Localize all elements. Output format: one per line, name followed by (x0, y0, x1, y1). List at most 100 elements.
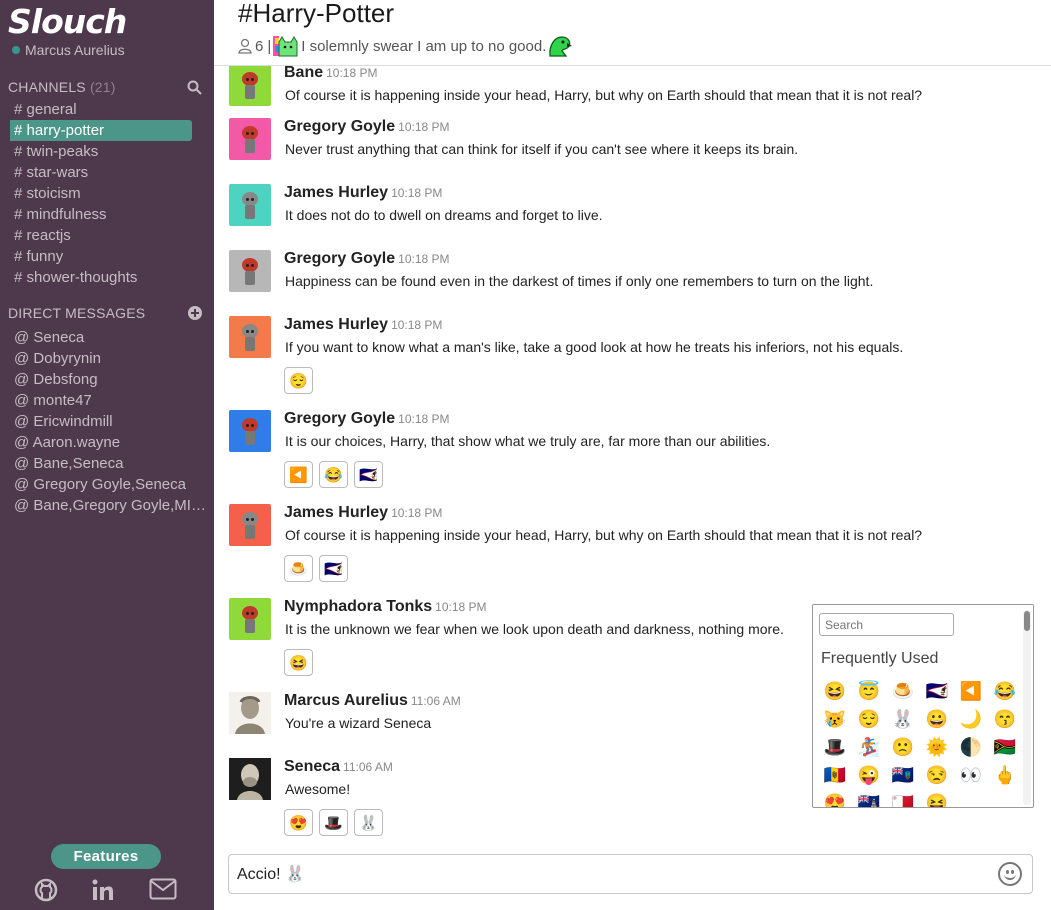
message-input[interactable] (237, 865, 937, 883)
sidebar-channel-item[interactable]: # general (0, 99, 214, 120)
sidebar-dm-item[interactable]: @ Gregory Goyle,Seneca (0, 474, 214, 495)
emoji-option[interactable]: 🙁 (886, 733, 920, 761)
emoji-option[interactable]: 🇲🇸 (886, 761, 920, 789)
emoji-option[interactable]: 🇻🇺 (988, 733, 1022, 761)
features-button[interactable]: Features (51, 844, 161, 869)
emoji-option[interactable]: 🐰 (886, 705, 920, 733)
sidebar-channel-item[interactable]: # star-wars (0, 162, 214, 183)
sidebar-dm-item[interactable]: @ Bane,Seneca (0, 453, 214, 474)
emoji-option[interactable]: 😂 (988, 677, 1022, 705)
reaction-button[interactable]: 😌 (284, 367, 313, 394)
emoji-option[interactable]: 🌙 (954, 705, 988, 733)
github-icon[interactable] (34, 878, 58, 902)
sidebar-channel-item[interactable]: # funny (0, 246, 214, 267)
message-author[interactable]: James Hurley (284, 184, 388, 201)
avatar[interactable] (229, 758, 271, 800)
emoji-option[interactable]: 🇦🇸 (920, 677, 954, 705)
picker-scrollbar-thumb[interactable] (1024, 611, 1030, 631)
reaction-button[interactable]: 🇦🇸 (354, 461, 383, 488)
emoji-option[interactable] (988, 789, 1022, 807)
emoji-option[interactable]: 🌓 (954, 733, 988, 761)
sidebar-dm-item[interactable]: @ Bane,Gregory Goyle,MIK... (0, 495, 214, 516)
message-header: Gregory Goyle 10:18 PM (284, 410, 450, 428)
emoji-option[interactable]: 🇲🇩 (818, 761, 852, 789)
message-text: You're a wizard Seneca (285, 715, 432, 731)
sidebar-channel-item[interactable]: # reactjs (0, 225, 214, 246)
emoji-option[interactable]: 👀 (954, 761, 988, 789)
emoji-option[interactable]: 🇲🇹 (886, 789, 920, 808)
emoji-option[interactable]: 😌 (852, 705, 886, 733)
emoji-option[interactable]: 😆 (818, 677, 852, 705)
search-icon[interactable] (187, 80, 202, 95)
reaction-button[interactable]: 🍮 (284, 555, 313, 582)
members-icon[interactable] (238, 38, 252, 54)
avatar[interactable] (229, 692, 271, 734)
reaction-button[interactable]: 😆 (284, 649, 313, 676)
reaction-button[interactable]: 😍 (284, 809, 313, 836)
channels-heading[interactable]: CHANNELS (21) (8, 79, 116, 95)
avatar[interactable] (229, 184, 271, 226)
message-author[interactable]: Gregory Goyle (284, 250, 395, 267)
avatar[interactable] (229, 250, 271, 292)
emoji-option[interactable]: 🇰🇾 (852, 789, 886, 808)
emoji-search-input[interactable] (819, 613, 954, 636)
message-author[interactable]: Marcus Aurelius (284, 692, 408, 709)
mail-icon[interactable] (149, 878, 177, 900)
sidebar-dm-item[interactable]: @ monte47 (0, 390, 214, 411)
avatar[interactable] (229, 316, 271, 358)
emoji-option[interactable]: 😿 (818, 705, 852, 733)
picker-scrollbar-track[interactable] (1023, 610, 1031, 805)
emoji-option[interactable]: 🎩 (818, 733, 852, 761)
message-author[interactable]: James Hurley (284, 504, 388, 521)
channels-label: CHANNELS (8, 79, 86, 95)
avatar[interactable] (229, 66, 271, 106)
sidebar-channel-item[interactable]: # shower-thoughts (0, 267, 214, 288)
current-user[interactable]: Marcus Aurelius (12, 42, 125, 58)
avatar[interactable] (229, 118, 271, 160)
reaction-button[interactable]: 🎩 (319, 809, 348, 836)
emoji-option[interactable]: 😀 (920, 705, 954, 733)
avatar[interactable] (229, 598, 271, 640)
sidebar-dm-item[interactable]: @ Aaron.wayne (0, 432, 214, 453)
emoji-option[interactable]: 😙 (988, 705, 1022, 733)
emoji-option[interactable]: 🍮 (886, 677, 920, 705)
sidebar-dm-item[interactable]: @ Dobyrynin (0, 348, 214, 369)
sidebar-dm-item[interactable]: @ Debsfong (0, 369, 214, 390)
message-author[interactable]: James Hurley (284, 316, 388, 333)
sidebar-channel-item[interactable]: # harry-potter (10, 120, 192, 141)
reaction-button[interactable]: 🐰 (354, 809, 383, 836)
dm-heading[interactable]: DIRECT MESSAGES (8, 305, 145, 321)
message-author[interactable]: Nymphadora Tonks (284, 598, 432, 615)
add-icon[interactable] (188, 306, 202, 320)
reaction-button[interactable]: ◀️ (284, 461, 313, 488)
emoji-option[interactable]: 🏂 (852, 733, 886, 761)
avatar[interactable] (229, 410, 271, 452)
emoji-option[interactable]: 😒 (920, 761, 954, 789)
emoji-picker-toggle-icon[interactable] (998, 862, 1022, 886)
sidebar-channel-item[interactable]: # twin-peaks (0, 141, 214, 162)
reaction-button[interactable]: 🇦🇸 (319, 555, 348, 582)
sidebar-channel-item[interactable]: # stoicism (0, 183, 214, 204)
message-author[interactable]: Gregory Goyle (284, 118, 395, 135)
emoji-option[interactable] (954, 789, 988, 807)
emoji-option[interactable]: 😜 (852, 761, 886, 789)
emoji-option[interactable]: ◀️ (954, 677, 988, 705)
member-count[interactable]: 6 (255, 38, 263, 55)
message-timestamp: 10:18 PM (398, 120, 450, 134)
message-author[interactable]: Bane (284, 66, 323, 81)
emoji-option[interactable]: 🖕 (988, 761, 1022, 789)
reaction-button[interactable]: 😂 (319, 461, 348, 488)
emoji-option[interactable]: 😍 (818, 789, 852, 808)
avatar[interactable] (229, 504, 271, 546)
dm-label: DIRECT MESSAGES (8, 305, 146, 321)
linkedin-icon[interactable] (91, 878, 115, 902)
sidebar-dm-item[interactable]: @ Seneca (0, 327, 214, 348)
message-author[interactable]: Seneca (284, 758, 340, 775)
message-text: Of course it is happening inside your he… (285, 527, 923, 543)
message-author[interactable]: Gregory Goyle (284, 410, 395, 427)
emoji-option[interactable]: 🌞 (920, 733, 954, 761)
sidebar-channel-item[interactable]: # mindfulness (0, 204, 214, 225)
emoji-option[interactable]: 😇 (852, 677, 886, 705)
sidebar-dm-item[interactable]: @ Ericwindmill (0, 411, 214, 432)
emoji-option[interactable]: 😝 (920, 789, 954, 808)
